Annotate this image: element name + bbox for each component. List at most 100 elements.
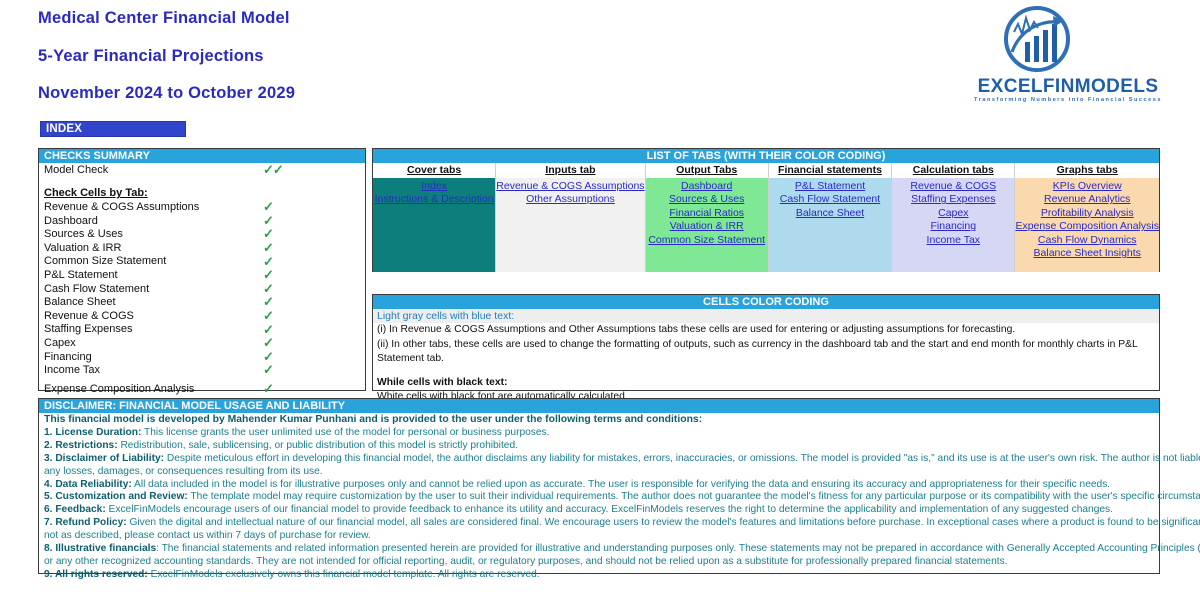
cells-color-coding-panel: CELLS COLOR CODING Light gray cells with… [372, 294, 1160, 402]
tab-link-balance-sheet[interactable]: Balance Sheet [796, 207, 864, 220]
disclaimer-header: DISCLAIMER: FINANCIAL MODEL USAGE AND LI… [39, 399, 1159, 413]
tab-link-revenue-cogs-assumptions[interactable]: Revenue & COGS Assumptions [496, 180, 644, 193]
disclaimer-line: 3. Disclaimer of Liability: Despite meti… [44, 452, 1200, 464]
check-row-label: P&L Statement [44, 268, 118, 281]
tab-link-other-assumptions[interactable]: Other Assumptions [526, 193, 615, 206]
check-mark-icon: ✓ [263, 212, 274, 228]
tab-column-calc: Calculation tabs Revenue & COGS Staffing E… [892, 163, 1016, 272]
check-row-label: Valuation & IRR [44, 241, 122, 254]
check-row-label: Common Size Statement [44, 255, 167, 268]
logo-wordmark: EXCELFINMODELS [977, 76, 1159, 97]
disclaimer-line: 1. License Duration: This license grants… [44, 426, 550, 438]
check-row: Expense Composition Analysis ✓ [39, 382, 365, 396]
tab-link-common-size-statement[interactable]: Common Size Statement [648, 234, 765, 247]
tab-column-body: Revenue & COGS Staffing Expenses Capex Fin… [892, 178, 1015, 272]
tab-link-valuation-irr[interactable]: Valuation & IRR [670, 220, 744, 233]
tab-link-profitability-analysis[interactable]: Profitability Analysis [1041, 207, 1134, 220]
tab-link-revenue-analytics[interactable]: Revenue Analytics [1044, 193, 1130, 206]
tab-column-body: Revenue & COGS Assumptions Other Assumpti… [496, 178, 645, 272]
tab-link-staffing-expenses[interactable]: Staffing Expenses [911, 193, 995, 206]
tab-link-expense-composition-analysis[interactable]: Expense Composition Analysis [1015, 220, 1159, 233]
check-mark-icon: ✓ [263, 321, 274, 337]
tab-columns: Cover tabs Index Instructions & Descriptio… [373, 163, 1160, 272]
tab-link-cash-flow-dynamics[interactable]: Cash Flow Dynamics [1038, 234, 1137, 247]
tab-column-header: Financial statements tabs [768, 163, 892, 191]
tab-column-body: Index Instructions & Description [373, 178, 496, 272]
disclaimer-line: 2. Restrictions: Redistribution, sale, s… [44, 439, 518, 451]
check-row-label: Cash Flow Statement [44, 282, 150, 295]
check-row-label: Revenue & COGS Assumptions [44, 200, 200, 213]
tab-link-financial-ratios[interactable]: Financial Ratios [669, 207, 744, 220]
checks-summary-header: CHECKS SUMMARY [39, 149, 365, 163]
disclaimer-line: or any other recognized accounting stand… [44, 555, 1008, 567]
check-row-label: Financing [44, 350, 92, 363]
disclaimer-line: 5. Customization and Review: The templat… [44, 491, 1200, 503]
list-of-tabs-panel: LIST OF TABS (WITH THEIR COLOR CODING) C… [372, 148, 1160, 272]
check-row: Valuation & IRR ✓ [39, 241, 365, 255]
checks-summary-rows: Model Check ✓✓ Check Cells by Tab: Revenue … [39, 163, 365, 396]
check-mark-icon: ✓ [263, 280, 274, 296]
check-mark-icon: ✓ [263, 307, 274, 323]
check-mark-icon: ✓ [263, 253, 274, 269]
check-row: Model Check ✓✓ [39, 163, 365, 177]
page-period: November 2024 to October 2029 [38, 84, 296, 102]
check-row: P&L Statement ✓ [39, 268, 365, 282]
check-row: Capex ✓ [39, 336, 365, 350]
check-row-label: Staffing Expenses [44, 323, 133, 336]
tab-link-revenue-cogs[interactable]: Revenue & COGS [910, 180, 996, 193]
gray-cells-line-i: (i) In Revenue & COGS Assumptions and Ot… [377, 324, 1016, 335]
logo: EXCELFINMODELS Transforming Numbers into… [940, 2, 1196, 112]
tab-column-body: KPIs Overview Revenue Analytics Profitabil… [1015, 178, 1160, 272]
check-mark-icon: ✓ [263, 199, 274, 215]
check-row: Staffing Expenses ✓ [39, 321, 365, 337]
cells-color-coding-header: CELLS COLOR CODING [373, 295, 1159, 309]
tab-link-financing[interactable]: Financing [931, 220, 977, 233]
checks-summary-panel: CHECKS SUMMARY Model Check ✓✓ Check Cells … [38, 148, 366, 395]
check-row-label: Model Check [44, 163, 109, 176]
check-mark-icon: ✓ [263, 294, 274, 310]
disclaimer-line: 8. Illustrative financials: The financia… [44, 543, 1200, 555]
tab-link-p-l-statement[interactable]: P&L Statement [795, 180, 865, 193]
tab-link-sources-uses[interactable]: Sources & Uses [669, 193, 744, 206]
disclaimer-line: not as described, please contact us with… [44, 530, 371, 542]
check-row-label: Revenue & COGS [44, 309, 134, 322]
disclaimer-line: any losses, damages, or consequences res… [44, 465, 323, 477]
tab-column-header: Inputs tab [496, 163, 645, 178]
tab-column-graphs: Graphs tabs KPIs Overview Revenue Analytic… [1015, 163, 1160, 272]
tab-link-kpis-overview[interactable]: KPIs Overview [1053, 180, 1122, 193]
check-row: Revenue & COGS Assumptions ✓ [39, 200, 365, 214]
check-mark-icon: ✓ [263, 267, 274, 283]
check-row-label: Sources & Uses [44, 228, 123, 241]
tab-column-output: Output Tabs Dashboard Sources & Uses Financ… [645, 163, 769, 272]
check-row: Financing ✓ [39, 350, 365, 364]
index-button[interactable]: INDEX [40, 121, 186, 137]
check-row-label: Income Tax [44, 364, 101, 377]
tab-link-dashboard[interactable]: Dashboard [681, 180, 732, 193]
disclaimer-intro: This financial model is developed by Mah… [44, 414, 703, 425]
check-row: Income Tax ✓ [39, 363, 365, 377]
tab-column-header: Output Tabs [645, 163, 768, 178]
check-row: Dashboard ✓ [39, 214, 365, 228]
tab-link-cash-flow-statement[interactable]: Cash Flow Statement [780, 193, 880, 206]
page-subtitle: 5-Year Financial Projections [38, 46, 264, 65]
check-mark-icon: ✓✓ [263, 162, 284, 177]
tab-link-balance-sheet-insights[interactable]: Balance Sheet Insights [1034, 247, 1141, 260]
check-row: Common Size Statement ✓ [39, 253, 365, 269]
tab-column-cover: Cover tabs Index Instructions & Descriptio… [373, 163, 497, 272]
tab-column-inputs: Inputs tab Revenue & COGS Assumptions Othe… [496, 163, 646, 272]
tab-link-index[interactable]: Index [421, 180, 447, 193]
disclaimer-body: This financial model is developed by Mah… [39, 413, 1200, 582]
check-mark-icon: ✓ [263, 380, 274, 396]
tab-column-body: P&L Statement Cash Flow Statement Balance … [768, 178, 892, 272]
disclaimer-line: 6. Feedback: ExcelFinModels encourage us… [44, 504, 1113, 516]
tab-link-capex[interactable]: Capex [938, 207, 968, 220]
index-sheet: Medical Center Financial Model 5-Year Fi… [0, 0, 1200, 600]
check-row-label: Check Cells by Tab: [44, 187, 148, 200]
tab-link-income-tax[interactable]: Income Tax [927, 234, 981, 247]
check-mark-icon: ✓ [263, 335, 274, 351]
check-mark-icon: ✓ [263, 226, 274, 242]
check-row-label: Dashboard [44, 214, 98, 227]
coding-spacer [373, 367, 1159, 376]
tab-link-instructions-description[interactable]: Instructions & Description [375, 193, 494, 206]
tab-column-finstmt: Financial statements tabsP&L StatementCa… [768, 163, 893, 272]
